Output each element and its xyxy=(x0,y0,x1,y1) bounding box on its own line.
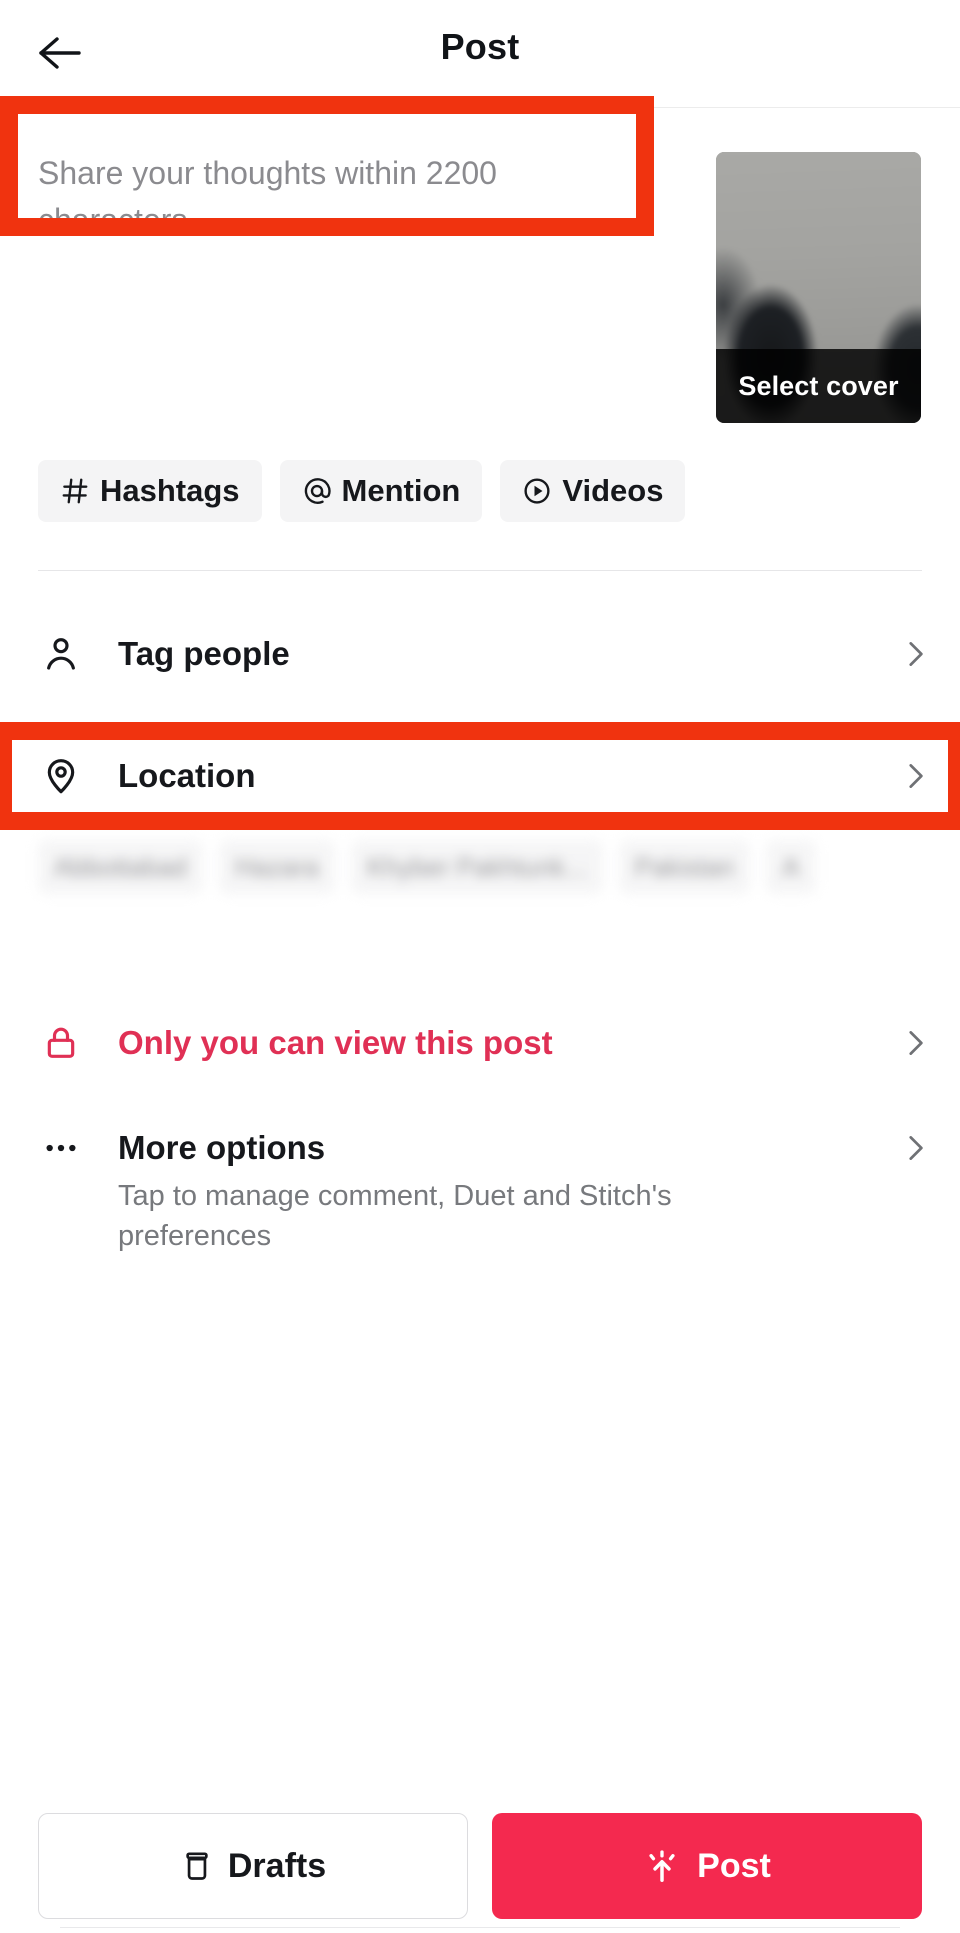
row-location[interactable]: Location xyxy=(0,728,960,824)
map-pin-icon xyxy=(38,756,84,796)
chip-label: Videos xyxy=(562,473,664,508)
page-title: Post xyxy=(440,26,520,67)
chip-label: Mention xyxy=(341,473,461,508)
select-cover-label-band: Select cover xyxy=(716,349,921,423)
row-label: Only you can view this post xyxy=(118,1024,553,1061)
post-screen: Post Share your thoughts within 2200 cha… xyxy=(0,0,960,1933)
caption-placeholder: Share your thoughts within 2200 characte… xyxy=(38,155,497,238)
chip-mention[interactable]: Mention xyxy=(279,460,483,522)
lock-icon xyxy=(38,1023,84,1063)
more-options-subtitle: Tap to manage comment, Duet and Stitch's… xyxy=(118,1180,672,1252)
location-suggestion-chip[interactable]: Abbottabad xyxy=(38,840,204,894)
person-icon xyxy=(38,634,84,674)
location-suggestion-chip[interactable]: Hazara xyxy=(219,840,335,894)
post-button[interactable]: Post xyxy=(492,1813,922,1919)
ellipsis-icon xyxy=(38,1128,84,1168)
chip-label: Hashtags xyxy=(100,473,240,508)
chevron-right-icon xyxy=(898,759,932,793)
row-privacy[interactable]: Only you can view this post xyxy=(0,995,960,1091)
drafts-button[interactable]: Drafts xyxy=(38,1813,468,1919)
bottom-action-bar: Drafts Post xyxy=(0,1792,960,1933)
at-mention-icon xyxy=(302,476,332,506)
chevron-right-icon xyxy=(898,1131,932,1165)
row-tag-people[interactable]: Tag people xyxy=(0,606,960,702)
location-suggestion-chip[interactable]: A xyxy=(766,840,816,894)
select-cover-thumbnail[interactable]: Select cover xyxy=(716,152,921,423)
drafts-label: Drafts xyxy=(227,1846,327,1885)
chip-hashtags[interactable]: Hashtags xyxy=(38,460,262,522)
caption-input[interactable]: Share your thoughts within 2200 characte… xyxy=(38,150,638,244)
section-divider xyxy=(38,570,922,571)
select-cover-label: Select cover xyxy=(738,370,899,401)
location-suggestion-chip[interactable]: Pakistan xyxy=(618,840,751,894)
hashtag-icon xyxy=(60,476,90,506)
location-suggestion-chip[interactable]: Khyber Pakhtunk... xyxy=(350,840,603,894)
chip-videos[interactable]: Videos xyxy=(500,460,686,522)
post-label: Post xyxy=(697,1846,771,1885)
location-suggestion-list: Abbottabad Hazara Khyber Pakhtunk... Pak… xyxy=(38,840,816,894)
archive-box-icon xyxy=(180,1849,214,1883)
chevron-right-icon xyxy=(898,637,932,671)
play-circle-icon xyxy=(522,476,552,506)
app-header: Post xyxy=(0,0,960,108)
quick-insert-chips: Hashtags Mention Videos xyxy=(38,460,686,522)
chevron-right-icon xyxy=(898,1026,932,1060)
row-label: Tag people xyxy=(118,635,290,672)
home-indicator xyxy=(60,1927,900,1928)
row-label: Location xyxy=(118,757,256,794)
row-label: More options xyxy=(118,1129,326,1166)
upload-burst-icon xyxy=(643,1847,681,1885)
